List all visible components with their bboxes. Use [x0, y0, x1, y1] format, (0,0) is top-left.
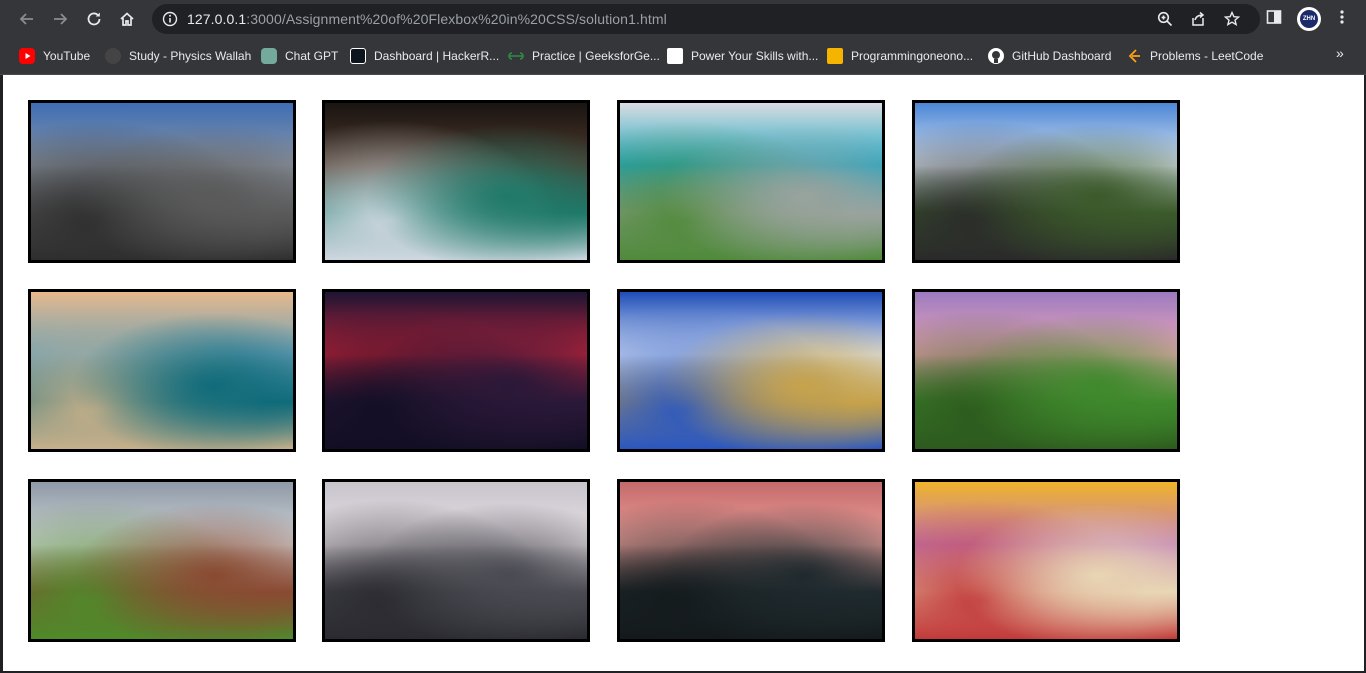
- bookmark-label: GitHub Dashboard: [1012, 49, 1112, 63]
- home-button[interactable]: [114, 6, 140, 32]
- avatar-badge: ZHN: [1300, 10, 1318, 28]
- gallery-image-golden-temple-reflection: [617, 289, 885, 452]
- bookmark-star-button[interactable]: [1223, 10, 1241, 32]
- bookmarks-bar: YouTube Study - Physics Wallah Chat GPT …: [0, 38, 1366, 75]
- back-icon: [19, 13, 33, 25]
- physics-wallah-icon: [105, 48, 121, 64]
- photo: [620, 292, 882, 449]
- photo: [31, 292, 293, 449]
- gallery-image-mountain-lake-dusk: [617, 479, 885, 642]
- gallery-image-sea-cave-lagoon: [322, 100, 590, 263]
- share-icon: [1192, 11, 1205, 26]
- bookmark-label: YouTube: [43, 49, 91, 63]
- gallery-image-black-sand-beach-cliff: [912, 100, 1180, 263]
- bookmark-label: Problems - LeetCode: [1150, 49, 1264, 63]
- reload-icon: [87, 12, 101, 26]
- bookmark-chatgpt[interactable]: Chat GPT: [261, 46, 338, 66]
- bookmark-power-skills[interactable]: Power Your Skills with...: [667, 46, 818, 66]
- photo: [915, 103, 1177, 260]
- photo: [915, 482, 1177, 639]
- share-button[interactable]: [1190, 11, 1206, 32]
- menu-icon: [1340, 10, 1344, 24]
- zoom-icon: [1157, 11, 1173, 27]
- gallery-image-crimson-sunset-lake: [322, 289, 590, 452]
- address-bar[interactable]: 127.0.0.1:3000/Assignment%20of%20Flexbox…: [152, 4, 1260, 34]
- gallery-image-basalt-cliffs-lighthouse: [28, 100, 296, 263]
- github-icon: [988, 48, 1004, 64]
- photo: [325, 103, 587, 260]
- youtube-icon: [19, 48, 35, 64]
- bookmark-leetcode[interactable]: Problems - LeetCode: [1126, 46, 1263, 66]
- site-info-button[interactable]: [162, 11, 178, 32]
- bookmark-label: Dashboard | HackerR...: [374, 49, 500, 63]
- photo: [620, 103, 882, 260]
- gallery-image-coastal-waves-sunset: [28, 289, 296, 452]
- bookmark-programming[interactable]: Programmingoneono...: [827, 46, 973, 66]
- leetcode-icon: [1126, 48, 1142, 64]
- photo: [620, 482, 882, 639]
- bookmark-github[interactable]: GitHub Dashboard: [988, 46, 1111, 66]
- bookmark-label: Programmingoneono...: [851, 49, 974, 63]
- power-skills-icon: [667, 48, 683, 64]
- bookmark-label: Practice | GeeksforGe...: [532, 49, 660, 63]
- menu-button[interactable]: [1334, 9, 1350, 30]
- photo: [31, 103, 293, 260]
- url-text[interactable]: 127.0.0.1:3000/Assignment%20of%20Flexbox…: [187, 11, 667, 27]
- info-icon: [162, 11, 178, 27]
- browser-toolbar: 127.0.0.1:3000/Assignment%20of%20Flexbox…: [0, 0, 1366, 38]
- photo: [325, 482, 587, 639]
- gallery-image-waterfall-green-valley: [912, 289, 1180, 452]
- side-panel-icon: [1266, 10, 1282, 24]
- photo: [915, 292, 1177, 449]
- bookmarks-overflow-button[interactable]: »: [1336, 45, 1344, 61]
- hackerrank-icon: [350, 48, 366, 64]
- gallery-image-ancient-brick-towers: [28, 479, 296, 642]
- star-icon: [1223, 10, 1241, 27]
- back-button[interactable]: [14, 6, 40, 32]
- bookmark-physics-wallah[interactable]: Study - Physics Wallah: [105, 46, 251, 66]
- page-viewport: [3, 75, 1364, 671]
- side-panel-button[interactable]: [1266, 9, 1282, 30]
- gallery-image-turquoise-calanque: [617, 100, 885, 263]
- bookmark-label: Power Your Skills with...: [691, 49, 819, 63]
- photo: [325, 292, 587, 449]
- zoom-button[interactable]: [1157, 11, 1173, 32]
- bookmark-youtube[interactable]: YouTube: [19, 46, 90, 66]
- forward-button[interactable]: [47, 6, 73, 32]
- url-host: 127.0.0.1: [187, 11, 247, 27]
- chatgpt-icon: [261, 48, 277, 64]
- forward-icon: [54, 13, 68, 25]
- bookmark-geeksforgeeks[interactable]: Practice | GeeksforGe...: [508, 46, 660, 66]
- photo: [31, 482, 293, 639]
- bookmark-label: Chat GPT: [285, 49, 339, 63]
- bookmark-hackerrank[interactable]: Dashboard | HackerR...: [350, 46, 499, 66]
- reload-button[interactable]: [81, 6, 107, 32]
- profile-avatar[interactable]: ZHN: [1297, 7, 1321, 31]
- geeksforgeeks-icon: [508, 48, 524, 64]
- bookmark-label: Study - Physics Wallah: [129, 49, 252, 63]
- home-icon: [120, 12, 134, 26]
- gallery-image-marble-temple-festival: [912, 479, 1180, 642]
- url-path: :3000/Assignment%20of%20Flexbox%20in%20C…: [246, 11, 667, 27]
- programming-icon: [827, 48, 843, 64]
- gallery-image-castle-cherry-blossoms: [322, 479, 590, 642]
